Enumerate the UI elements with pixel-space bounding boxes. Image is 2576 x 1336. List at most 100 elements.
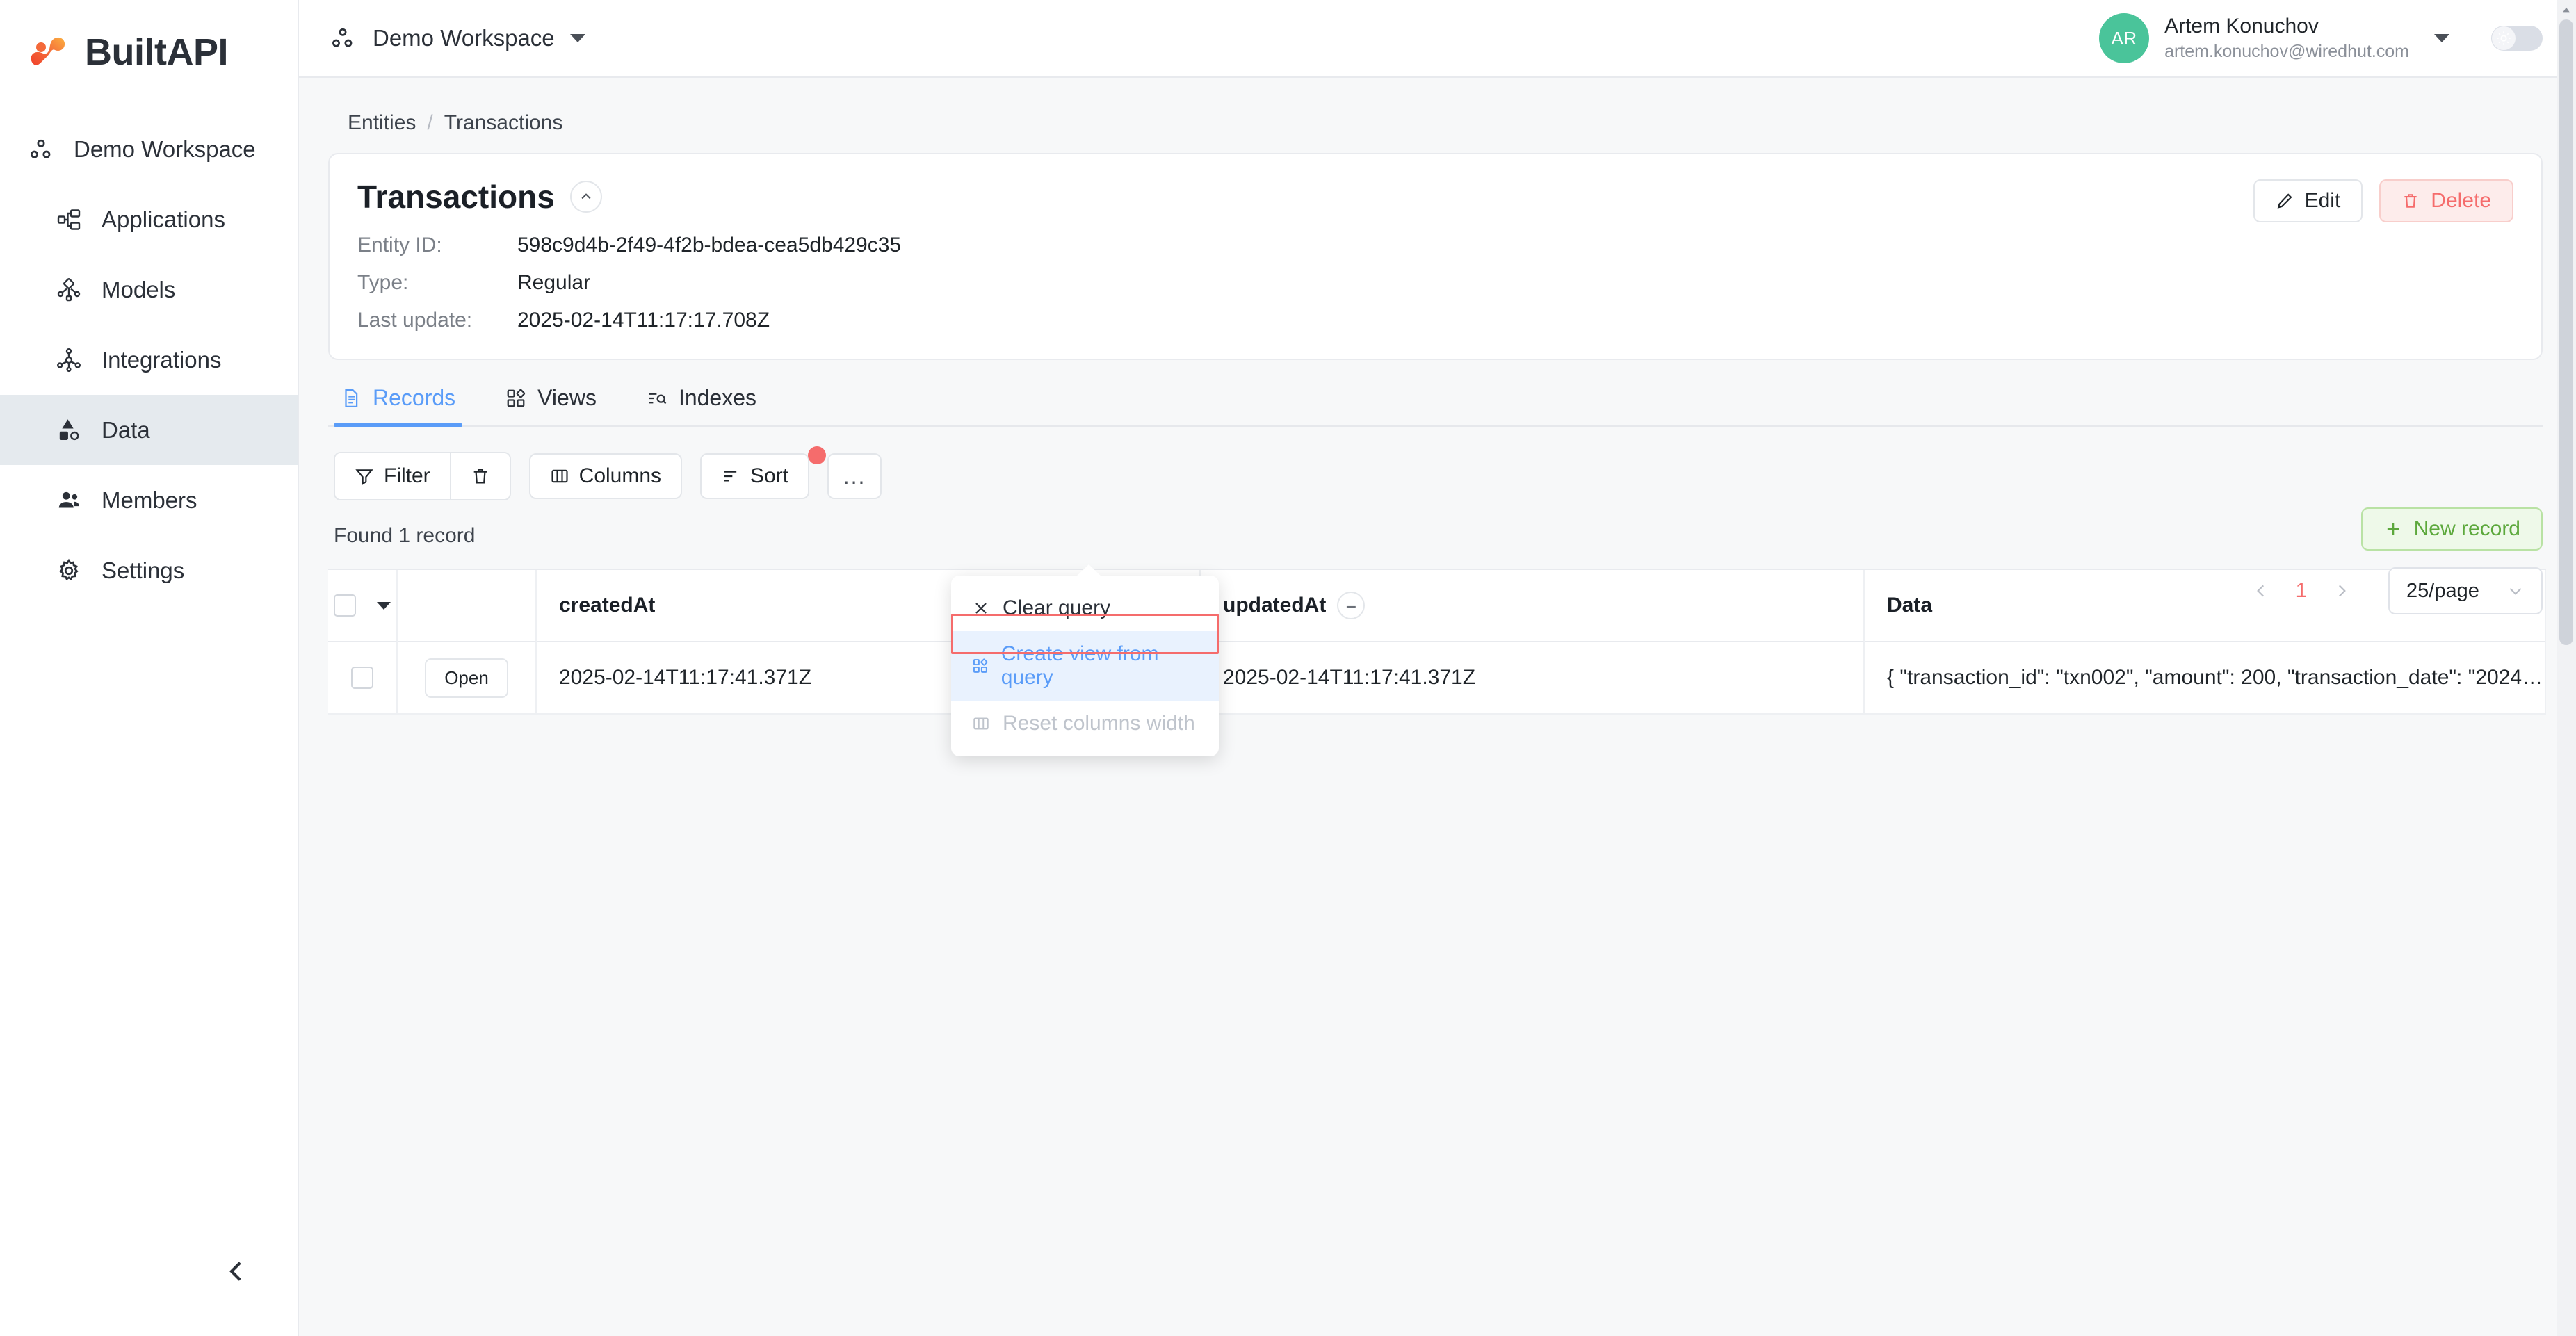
breadcrumb-entities[interactable]: Entities [348,111,416,135]
tab-indexes[interactable]: Indexes [640,385,763,425]
chevron-left-icon [2257,585,2265,597]
data-icon [54,416,83,445]
workspace-dots-icon [26,135,56,164]
chevron-up-icon [581,193,591,199]
table-header-label: Data [1887,594,1933,617]
sort-button-label: Sort [750,464,789,487]
builtapi-logo-icon [26,32,70,72]
user-info: Artem Konuchov artem.konuchov@wiredhut.c… [2164,15,2409,61]
user-email: artem.konuchov@wiredhut.com [2164,41,2409,61]
menu-item-clear-query[interactable]: Clear query [951,585,1219,631]
entity-meta-row: Type: Regular [357,271,2513,295]
open-record-button[interactable]: Open [425,658,508,698]
results-count: Found 1 record [334,524,476,547]
select-all-checkbox[interactable] [334,594,356,617]
row-checkbox[interactable] [351,667,373,689]
sidebar-item-models[interactable]: Models [0,254,298,325]
table-row: Open 2025-02-14T11:17:41.371Z 2025-02-14… [328,642,2546,715]
clear-filter-button[interactable] [449,453,510,499]
sidebar-item-data[interactable]: Data [0,395,298,465]
columns-button-label: Columns [578,464,662,487]
edit-button-label: Edit [2304,189,2341,212]
sidebar-item-members[interactable]: Members [0,465,298,535]
entity-last-update-label: Last update: [357,309,473,332]
sidebar-item-label: Data [102,416,150,443]
workspace-selector[interactable]: Demo Workspace [328,24,585,53]
menu-item-label: Reset columns width [1003,712,1195,735]
sun-icon [2492,26,2516,50]
new-record-button[interactable]: New record [2360,507,2543,551]
entity-card-collapse-button[interactable] [569,181,602,213]
sort-indicator[interactable]: – [1337,592,1366,619]
sidebar-collapse-button[interactable] [212,1247,261,1296]
entity-last-update-value: 2025-02-14T11:17:17.708Z [517,309,770,332]
applications-icon [54,205,83,234]
page-scrollbar[interactable] [2557,0,2576,1336]
entity-type-label: Type: [357,271,409,294]
breadcrumb-separator: / [427,111,433,134]
tab-records[interactable]: Records [334,385,463,427]
sidebar-item-label: Applications [102,206,225,232]
filter-button[interactable]: Filter [335,453,450,499]
sidebar-item-label: Demo Workspace [74,136,256,162]
pagination-next-button[interactable] [2322,571,2362,611]
workspace-dots-icon [328,24,357,53]
app-root: BuiltAPI Demo Workspace Applications Mod… [0,0,2576,1336]
filter-button-label: Filter [384,464,430,487]
menu-item-label: Create view from query [1001,642,1159,689]
menu-item-reset-columns-width: Reset columns width [951,701,1219,747]
chevron-down-icon [2434,34,2449,42]
breadcrumb-current: Transactions [444,111,563,134]
topbar: Demo Workspace AR Artem Konuchov artem.k… [299,0,2576,78]
menu-item-create-view-from-query[interactable]: Create view from query [951,631,1219,701]
columns-button[interactable]: Columns [528,453,683,499]
edit-button[interactable]: Edit [2253,179,2363,222]
sort-button[interactable]: Sort [700,453,810,499]
brand-name: BuiltAPI [85,31,229,73]
new-record-button-label: New record [2413,517,2520,540]
row-data-cell: { "transaction_id": "txn002", "amount": … [1865,642,2546,715]
sidebar-item-settings[interactable]: Settings [0,535,298,605]
entity-card: Transactions Entity ID: 598c9d4b-2f49-4f… [328,153,2543,360]
sidebar-item-demo-workspace[interactable]: Demo Workspace [0,114,298,184]
tab-views[interactable]: Views [499,385,604,425]
table-header-label: createdAt [559,594,656,617]
more-options-button[interactable]: ... [827,453,882,499]
user-menu[interactable]: AR Artem Konuchov artem.konuchov@wiredhu… [2099,13,2449,63]
members-icon [54,486,83,515]
delete-button[interactable]: Delete [2379,179,2513,222]
close-x-icon [975,603,987,614]
pagination-page-1[interactable]: 1 [2281,579,2322,603]
filter-group: Filter [334,452,511,500]
chevron-down-icon [569,34,585,42]
row-data-value: { "transaction_id": "txn002", "amount": … [1887,666,2545,689]
sidebar-item-applications[interactable]: Applications [0,184,298,254]
entity-tabs: Records Views Indexes [328,385,2543,427]
tab-label: Records [373,385,456,410]
sidebar-item-label: Members [102,487,197,513]
entity-meta-row: Last update: 2025-02-14T11:17:17.708Z [357,309,2513,332]
page-size-select[interactable]: 25/page [2388,567,2543,614]
records-table: createdAt updatedAt – Data Open 2025-02-… [328,569,2546,715]
sidebar-item-integrations[interactable]: Integrations [0,325,298,395]
brand[interactable]: BuiltAPI [0,0,298,78]
filter-active-badge [808,446,826,464]
chevron-down-icon[interactable] [377,601,391,610]
columns-icon [551,469,568,483]
scrollbar-up-arrow[interactable] [2557,0,2576,19]
row-open-cell: Open [398,642,537,715]
sidebar-item-label: Integrations [102,346,222,373]
entity-card-actions: Edit Delete [2253,179,2513,222]
records-toolbar: Filter Columns Sort ... [328,446,2543,500]
views-grid-icon [507,389,526,407]
pagination-prev-button[interactable] [2241,571,2281,611]
table-header-updatedat[interactable]: updatedAt – [1201,570,1865,642]
theme-toggle[interactable] [2491,26,2543,51]
integrations-icon [54,345,83,375]
table-header-row: createdAt updatedAt – Data [328,570,2546,642]
table-header-select [328,570,398,642]
breadcrumb: Entities / Transactions [328,78,2543,153]
more-options-dropdown: Clear query Create view from query Reset… [951,564,1219,756]
sort-icon [724,471,737,482]
scrollbar-thumb[interactable] [2559,19,2573,645]
